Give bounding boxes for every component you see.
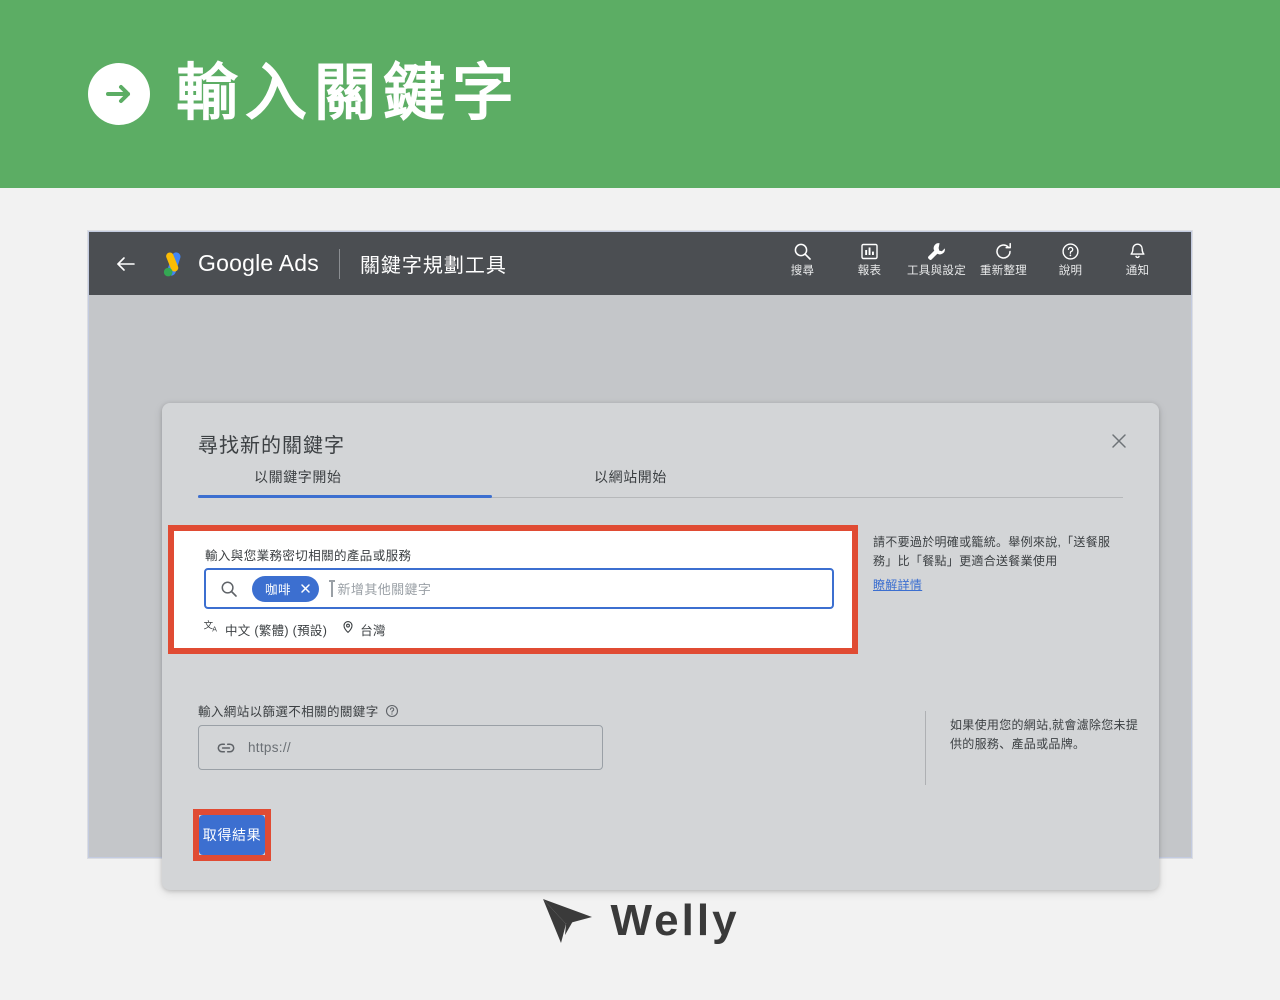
search-icon bbox=[220, 580, 238, 598]
tool-title: 關鍵字規劃工具 bbox=[359, 255, 507, 277]
page-title: 尋找新的關鍵字 bbox=[198, 435, 345, 457]
bell-notification-icon bbox=[1128, 240, 1147, 262]
svg-text:A: A bbox=[212, 627, 217, 634]
keyword-hint: 請不要過於明確或籠統。舉例來說,「送餐服務」比「餐點」更適合送餐業使用 瞭解詳情 bbox=[873, 533, 1113, 594]
keyword-input-placeholder: 新增其他關鍵字 bbox=[337, 582, 432, 597]
tab-start-with-website[interactable]: 以網站開始 bbox=[594, 467, 667, 487]
language-selector[interactable]: 文 A 中文 (繁體) (預設) bbox=[204, 619, 327, 640]
keyword-hint-text: 請不要過於明確或籠統。舉例來說,「送餐服務」比「餐點」更適合送餐業使用 bbox=[873, 535, 1111, 568]
welly-paper-plane-icon bbox=[540, 895, 598, 947]
website-url-input[interactable]: https:// bbox=[198, 725, 603, 770]
topbar-action-label: 報表 bbox=[857, 265, 882, 277]
keyword-chip[interactable]: 咖啡 bbox=[252, 575, 320, 602]
keyword-field-label: 輸入與您業務密切相關的產品或服務 bbox=[205, 549, 412, 563]
topbar-action-label: 搜尋 bbox=[790, 265, 815, 277]
keyword-input[interactable]: 咖啡 新增其他關鍵字 bbox=[204, 568, 834, 609]
ads-page-body: 尋找新的關鍵字 以關鍵字開始 以網站開始 輸入與您業務密切相關的產品或服務 咖啡… bbox=[89, 295, 1191, 890]
google-ads-logo-icon bbox=[159, 249, 189, 279]
website-hint: 如果使用您的網站,就會濾除您未提供的服務、產品或品牌。 bbox=[950, 716, 1150, 753]
topbar-action-label: 工具與設定 bbox=[907, 265, 966, 277]
text-cursor bbox=[331, 580, 333, 597]
banner-title: 輸入關鍵字 bbox=[176, 59, 522, 128]
topbar-action-label: 重新整理 bbox=[979, 265, 1028, 277]
topbar-action-label: 說明 bbox=[1058, 265, 1083, 277]
topbar-actions: 搜尋 報表 工具與設定 重新整理 說明 通知 bbox=[769, 232, 1171, 295]
website-hint-text: 如果使用您的網站,就會濾除您未提供的服務、產品或品牌。 bbox=[950, 718, 1139, 751]
get-results-button[interactable]: 取得結果 bbox=[199, 815, 265, 855]
topbar-action-help[interactable]: 說明 bbox=[1037, 240, 1104, 278]
section-divider bbox=[925, 711, 926, 785]
website-field-label: 輸入網站以篩選不相關的關鍵字 bbox=[198, 705, 379, 719]
close-x-icon[interactable] bbox=[1107, 429, 1131, 453]
tab-active-indicator bbox=[198, 495, 492, 498]
tab-start-with-keywords[interactable]: 以關鍵字開始 bbox=[254, 467, 342, 487]
brand-google: Google bbox=[198, 250, 274, 276]
find-keywords-card: 尋找新的關鍵字 以關鍵字開始 以網站開始 輸入與您業務密切相關的產品或服務 咖啡… bbox=[162, 403, 1159, 890]
topbar-action-notifications[interactable]: 通知 bbox=[1104, 240, 1171, 278]
google-ads-screenshot: Google Ads 關鍵字規劃工具 搜尋 報表 工具與設定 重新整理 說明 通… bbox=[88, 231, 1192, 890]
chip-close-x-icon[interactable] bbox=[298, 582, 312, 596]
topbar-action-label: 通知 bbox=[1125, 265, 1150, 277]
welly-wordmark: Welly bbox=[610, 896, 740, 945]
refresh-icon bbox=[994, 240, 1013, 262]
reports-bar-chart-icon bbox=[860, 240, 879, 262]
tools-wrench-icon bbox=[926, 240, 947, 262]
website-field-label-row: 輸入網站以篩選不相關的關鍵字 bbox=[198, 701, 399, 720]
topbar-action-reports[interactable]: 報表 bbox=[836, 240, 903, 278]
topbar-divider bbox=[338, 248, 340, 279]
website-url-placeholder: https:// bbox=[248, 740, 291, 755]
language-value: 中文 (繁體) (預設) bbox=[225, 624, 328, 638]
help-question-icon bbox=[1061, 240, 1080, 262]
google-ads-topbar: Google Ads 關鍵字規劃工具 搜尋 報表 工具與設定 重新整理 說明 通… bbox=[89, 232, 1191, 295]
learn-more-link[interactable]: 瞭解詳情 bbox=[873, 576, 922, 593]
arrow-right-circle-icon bbox=[88, 63, 150, 125]
brand-ads: Ads bbox=[273, 250, 319, 276]
back-arrow-icon[interactable] bbox=[115, 253, 137, 275]
language-translate-icon: 文 A bbox=[204, 619, 220, 640]
footer-logo: Welly bbox=[0, 895, 1280, 947]
page-banner: 輸入關鍵字 bbox=[0, 0, 1280, 188]
link-chain-icon bbox=[216, 738, 236, 758]
topbar-action-search[interactable]: 搜尋 bbox=[769, 240, 836, 278]
location-value: 台灣 bbox=[360, 624, 386, 638]
topbar-action-refresh[interactable]: 重新整理 bbox=[970, 240, 1037, 278]
keyword-section-highlight: 輸入與您業務密切相關的產品或服務 咖啡 新增其他關鍵字 文 A 中文 (繁體) … bbox=[168, 525, 858, 654]
card-tabs: 以關鍵字開始 以網站開始 bbox=[198, 467, 1123, 503]
google-ads-wordmark: Google Ads bbox=[198, 250, 319, 277]
location-pin-icon bbox=[341, 620, 355, 639]
help-question-icon[interactable] bbox=[385, 704, 399, 718]
search-icon bbox=[793, 240, 812, 262]
location-selector[interactable]: 台灣 bbox=[341, 620, 386, 639]
topbar-action-tools[interactable]: 工具與設定 bbox=[903, 240, 970, 278]
keyword-meta-row: 文 A 中文 (繁體) (預設) 台灣 bbox=[204, 619, 386, 640]
keyword-chip-label: 咖啡 bbox=[265, 583, 292, 597]
